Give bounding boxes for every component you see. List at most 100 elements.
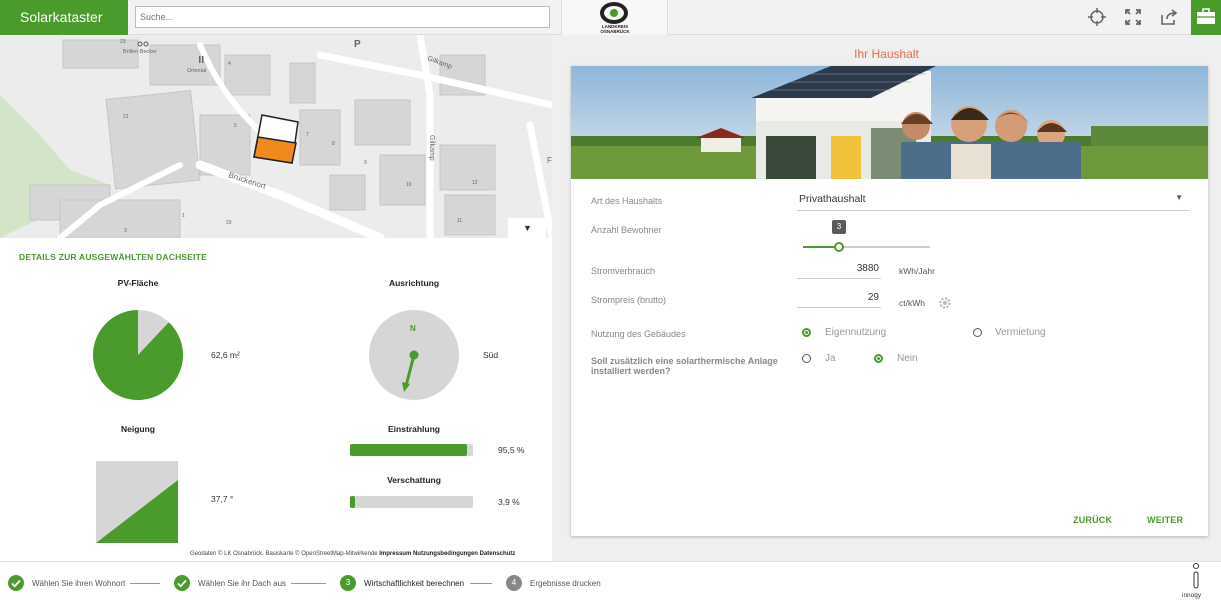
household-card: Art des Haushalts Privathaushalt ▼ Anzah… — [571, 66, 1208, 536]
map-num-7: 7 — [306, 132, 309, 138]
landkreis-logo[interactable]: LANDKREIS OSNABRÜCK — [561, 0, 668, 35]
step-connector — [470, 583, 492, 584]
strom-label: Stromverbrauch — [591, 266, 656, 276]
bewohner-slider-handle[interactable] — [834, 242, 844, 252]
section-title: Ihr Haushalt — [854, 47, 919, 61]
pv-value: 62,6 m² — [211, 350, 240, 360]
map-num-1: 1 — [182, 213, 185, 219]
compass-n: N — [410, 324, 416, 333]
verschattung-label: Verschattung — [387, 475, 441, 485]
solar-ja-radio[interactable] — [802, 354, 811, 363]
preis-label: Strompreis (brutto) — [591, 295, 667, 305]
map-collapse-toggle[interactable]: ▼ — [508, 218, 546, 238]
step-1-check-icon[interactable] — [8, 575, 24, 591]
toolbox-button[interactable] — [1191, 0, 1221, 35]
solar-question: Soll zusätzlich eine solarthermische Anl… — [591, 356, 781, 376]
solar-question-line2: installiert werden? — [591, 366, 671, 376]
einstrahlung-bar-fill — [350, 444, 468, 456]
step-4-label[interactable]: Ergebnisse drucken — [530, 579, 601, 588]
map-num-5: 5 — [234, 123, 237, 129]
neigung-graphic — [96, 461, 178, 543]
einstrahlung-label: Einstrahlung — [388, 424, 440, 434]
caret-down-icon: ▼ — [1175, 193, 1183, 202]
step-3-label[interactable]: Wirtschaftlichkeit berechnen — [364, 579, 464, 588]
crosshair-icon[interactable] — [1088, 8, 1106, 26]
fullscreen-icon[interactable] — [1124, 8, 1142, 26]
solar-ja-label[interactable]: Ja — [825, 353, 836, 364]
neigung-value: 37,7 ° — [211, 494, 234, 504]
logo-emblem — [600, 2, 628, 24]
preis-input[interactable]: 29 — [797, 290, 881, 308]
search-input[interactable] — [135, 6, 550, 28]
pv-pie-chart — [93, 310, 183, 400]
map-label-oriental: Oriental — [187, 68, 206, 74]
innogy-wordmark: innogy — [1182, 592, 1202, 599]
map-num-9: 9 — [364, 160, 367, 166]
map-num-20: 20 — [226, 220, 232, 226]
slider-tooltip: 3 — [832, 220, 846, 234]
step-2-label[interactable]: Wählen Sie ihr Dach aus — [198, 579, 286, 588]
art-select-value: Privathaushalt — [799, 193, 866, 205]
map-num-11: 11 — [457, 218, 462, 224]
bewohner-label: Anzahl Bewohner — [591, 225, 662, 235]
toolbox-icon — [1197, 8, 1215, 24]
map-view[interactable]: P Gilkamp Gilkamp Bruckenort Brillen Bec… — [0, 35, 552, 238]
hero-image — [571, 66, 1208, 179]
ausrichtung-value: Süd — [483, 350, 499, 360]
caret-down-icon: ▼ — [523, 223, 532, 233]
gear-icon[interactable] — [938, 296, 952, 310]
map-label-brillen: Brillen Becker — [123, 49, 157, 55]
verschattung-value: 3,9 % — [498, 497, 520, 507]
solar-question-line1: Soll zusätzlich eine solarthermische Anl… — [591, 356, 778, 366]
step-connector — [291, 583, 326, 584]
strom-unit: kWh/Jahr — [899, 266, 935, 276]
solar-nein-radio[interactable] — [874, 354, 883, 363]
logo-text: LANDKREIS OSNABRÜCK — [592, 24, 638, 34]
vermietung-label[interactable]: Vermietung — [995, 327, 1046, 338]
impressum-link[interactable]: Impressum — [379, 551, 411, 557]
step-4-number[interactable]: 4 — [506, 575, 522, 591]
top-bar: Solarkataster LANDKREIS OSNABRÜCK — [0, 0, 1221, 35]
map-label-gilkamp-2: Gilkamp — [428, 135, 435, 161]
datenschutz-link[interactable]: Datenschutz — [480, 551, 516, 557]
ausrichtung-label: Ausrichtung — [388, 278, 440, 288]
einstrahlung-bar — [350, 444, 473, 456]
map-num-23: 23 — [120, 39, 126, 45]
map-attribution: Geodaten © LK Osnabrück, Basiskarte © Op… — [190, 551, 515, 557]
strom-input[interactable]: 3880 — [797, 261, 881, 279]
neigung-label: Neigung — [121, 424, 155, 434]
progress-stepper: Wählen Sie ihren Wohnort Wählen Sie ihr … — [0, 561, 1221, 601]
map-num-8: 8 — [332, 141, 335, 147]
step-2-check-icon[interactable] — [174, 575, 190, 591]
pv-label: PV-Fläche — [117, 278, 159, 288]
solar-nein-label[interactable]: Nein — [897, 353, 918, 364]
details-title: DETAILS ZUR AUSGEWÄHLTEN DACHSEITE — [19, 252, 207, 262]
back-button[interactable]: ZURÜCK — [1073, 515, 1112, 525]
art-label: Art des Haushalts — [591, 196, 663, 206]
art-select[interactable]: Privathaushalt ▼ — [797, 187, 1189, 211]
pie-slice-pv — [93, 310, 183, 400]
step-3-number[interactable]: 3 — [340, 575, 356, 591]
compass: N — [369, 310, 459, 400]
nutzungsbedingungen-link[interactable]: Nutzungsbedingungen — [413, 551, 478, 557]
einstrahlung-value: 95,5 % — [498, 445, 525, 455]
share-icon[interactable] — [1160, 8, 1178, 26]
eigennutzung-radio[interactable] — [802, 328, 811, 337]
verschattung-bar-fill — [350, 496, 355, 508]
map-label-p: P — [354, 39, 361, 50]
next-button[interactable]: WEITER — [1147, 515, 1183, 525]
map-num-21: 21 — [123, 114, 129, 120]
preis-unit: ct/kWh — [899, 298, 925, 308]
map-num-4: 4 — [228, 61, 231, 67]
attribution-text: Geodaten © LK Osnabrück, Basiskarte © Op… — [190, 551, 378, 557]
nutzung-label: Nutzung des Gebäudes — [591, 329, 686, 339]
map-num-10: 10 — [406, 182, 412, 188]
eigennutzung-label[interactable]: Eigennutzung — [825, 327, 886, 338]
step-connector — [130, 583, 160, 584]
vermietung-radio[interactable] — [973, 328, 982, 337]
app-title[interactable]: Solarkataster — [0, 0, 128, 35]
step-1-label[interactable]: Wählen Sie ihren Wohnort — [32, 579, 125, 588]
map-canvas[interactable]: P Gilkamp Gilkamp Bruckenort Brillen Bec… — [0, 35, 552, 238]
map-num-3: 3 — [124, 228, 127, 234]
verschattung-bar — [350, 496, 473, 508]
